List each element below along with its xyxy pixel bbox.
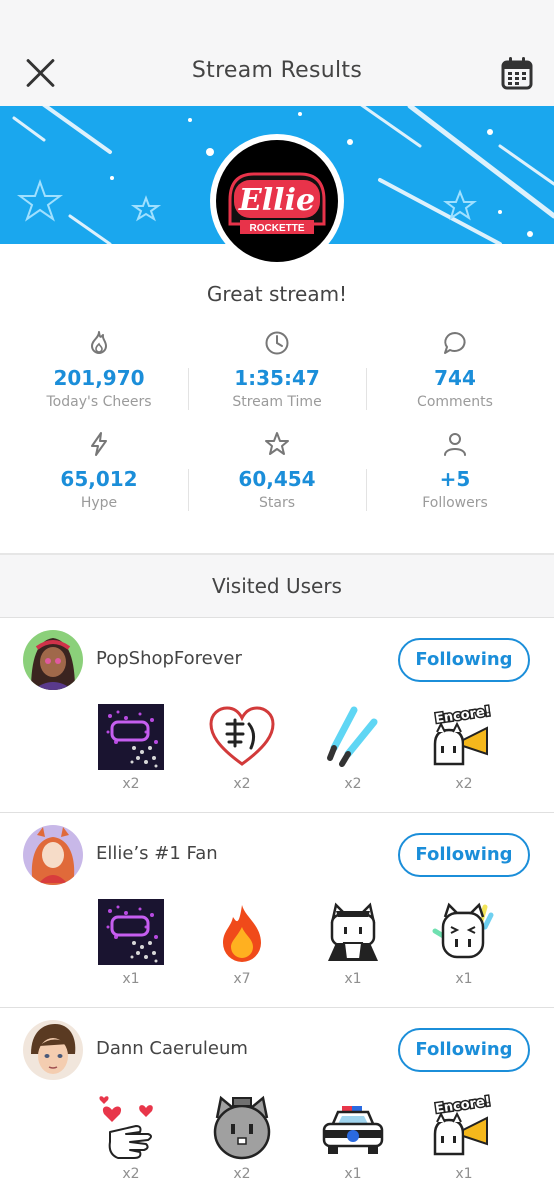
gift-count: x1	[344, 971, 362, 987]
visited-user-row: Dann Caeruleum Following x2 x2 x1 Encore…	[0, 1008, 554, 1200]
stat-label: Stars	[258, 495, 295, 511]
stat-hype: 65,012 Hype	[10, 431, 188, 511]
stat-value: 744	[434, 366, 476, 390]
visited-user-row: PopShopForever Following x2 x2 x2 Encore…	[0, 618, 554, 813]
following-button[interactable]: Following	[398, 638, 530, 682]
user-avatar[interactable]	[23, 630, 83, 690]
stat-comments: 744 Comments	[366, 330, 544, 410]
logo-primary-text: Ellie	[238, 183, 315, 218]
stat-value: 65,012	[60, 467, 138, 491]
gift-text: Encore!	[434, 1094, 491, 1117]
gift-count: x7	[233, 971, 251, 987]
flame-icon	[91, 331, 107, 354]
clock-icon	[265, 331, 289, 355]
gift-count: x2	[344, 776, 362, 792]
maid-cat-gift-icon	[318, 897, 388, 967]
person-icon	[444, 433, 466, 456]
following-button[interactable]: Following	[398, 1028, 530, 1072]
encore-megaphone-gift-icon: Encore!	[429, 702, 499, 772]
stat-label: Hype	[80, 495, 118, 511]
police-car-gift-icon	[318, 1092, 388, 1162]
gift-count: x2	[122, 776, 140, 792]
fire-gift-icon	[207, 897, 277, 967]
logo-secondary-text: ROCKETTE	[250, 223, 305, 234]
stat-label: Followers	[422, 495, 488, 511]
stat-label: Stream Time	[232, 394, 322, 410]
visited-user-row: Ellie’s #1 Fan Following x1 x7 x1 x1	[0, 813, 554, 1008]
glitter-logo-gift-icon	[96, 897, 166, 967]
stat-value: 60,454	[238, 467, 316, 491]
stat-value: 201,970	[53, 366, 145, 390]
stat-stream-time: 1:35:47 Stream Time	[188, 330, 366, 410]
cheer-cat-gift-icon	[429, 897, 499, 967]
gift-count: x2	[122, 1166, 140, 1182]
calendar-icon[interactable]	[500, 56, 534, 90]
heart-kanji-gift-icon	[207, 702, 277, 772]
gift-count: x2	[233, 1166, 251, 1182]
hand-hearts-gift-icon	[96, 1092, 166, 1162]
star-icon	[265, 432, 289, 455]
stat-label: Comments	[417, 394, 493, 410]
lightning-icon	[91, 432, 107, 456]
user-name[interactable]: Ellie’s #1 Fan	[96, 843, 218, 864]
streamer-avatar[interactable]: Ellie ROCKETTE	[216, 140, 338, 262]
visited-users-title: Visited Users	[212, 574, 342, 598]
robot-cat-gift-icon	[207, 1092, 277, 1162]
gift-count: x1	[455, 971, 473, 987]
gift-text: Encore!	[434, 704, 491, 727]
encore-megaphone-gift-icon: Encore!	[429, 1092, 499, 1162]
stat-value: +5	[439, 467, 471, 491]
following-button[interactable]: Following	[398, 833, 530, 877]
glowsticks-gift-icon	[318, 702, 388, 772]
gift-count: x2	[455, 776, 473, 792]
page-title: Stream Results	[191, 58, 363, 83]
stat-cheers: 201,970 Today's Cheers	[10, 330, 188, 410]
user-avatar[interactable]	[23, 825, 83, 885]
stat-value: 1:35:47	[234, 366, 320, 390]
user-name[interactable]: PopShopForever	[96, 648, 242, 669]
stat-label: Today's Cheers	[46, 394, 152, 410]
gift-count: x1	[344, 1166, 362, 1182]
stream-tagline: Great stream!	[206, 282, 348, 306]
stat-stars: 60,454 Stars	[188, 431, 366, 511]
stat-followers: +5 Followers	[366, 431, 544, 511]
user-avatar[interactable]	[23, 1020, 83, 1080]
top-bar: Stream Results	[0, 0, 554, 106]
comment-icon	[444, 332, 466, 354]
gift-count: x1	[122, 971, 140, 987]
gift-count: x1	[455, 1166, 473, 1182]
glitter-logo-gift-icon	[96, 702, 166, 772]
user-name[interactable]: Dann Caeruleum	[96, 1038, 248, 1059]
gift-count: x2	[233, 776, 251, 792]
